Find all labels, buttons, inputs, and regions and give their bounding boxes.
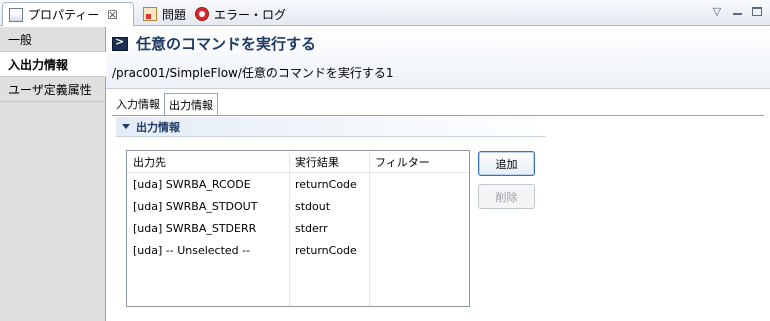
tab-error-log-label: エラー・ログ — [214, 7, 287, 22]
tab-divider — [112, 115, 764, 116]
cell-filter — [369, 173, 469, 195]
cell-exec-result: returnCode — [295, 177, 357, 191]
view-menu-icon[interactable]: ▽ — [710, 4, 724, 18]
table-header: 出力先 実行結果 フィルター — [127, 151, 469, 173]
sidebar-item-io-info[interactable]: 入出力情報 — [0, 52, 106, 77]
tab-problems[interactable]: 問題 — [137, 2, 192, 26]
tab-properties[interactable]: プロパティー ☒ — [2, 2, 134, 26]
table-row[interactable]: [uda] SWRBA_STDOUT stdout — [127, 195, 469, 217]
cell-destination: [uda] SWRBA_STDOUT — [133, 199, 258, 213]
window-controls: ▽ — [710, 4, 764, 18]
cell-exec-result: returnCode — [295, 243, 357, 257]
view-tab-bar: プロパティー ☒ 問題 エラー・ログ ▽ — [0, 0, 770, 26]
output-info-table[interactable]: 出力先 実行結果 フィルター [uda] SWRBA_RCODE returnC… — [126, 150, 470, 307]
column-header-exec-result[interactable]: 実行結果 — [289, 151, 369, 173]
column-header-destination[interactable]: 出力先 — [127, 151, 289, 173]
element-path: /prac001/SimpleFlow/任意のコマンドを実行する1 — [112, 66, 394, 80]
cell-destination: [uda] SWRBA_STDERR — [133, 221, 257, 235]
table-row[interactable]: [uda] SWRBA_RCODE returnCode — [127, 173, 469, 195]
category-sidebar: 一般 入出力情報 ユーザ定義属性 — [0, 27, 106, 321]
sidebar-item-user-attributes[interactable]: ユーザ定義属性 — [0, 77, 105, 102]
cell-exec-result: stderr — [295, 221, 328, 235]
properties-icon — [9, 7, 23, 22]
cell-destination: [uda] SWRBA_RCODE — [133, 177, 251, 191]
problems-icon — [143, 7, 157, 21]
maximize-icon[interactable] — [750, 4, 764, 18]
table-row[interactable]: [uda] SWRBA_STDERR stderr — [127, 217, 469, 239]
properties-header: 任意のコマンドを実行する /prac001/SimpleFlow/任意のコマンド… — [106, 27, 770, 89]
cell-exec-result: stdout — [295, 199, 331, 213]
tab-output-info[interactable]: 出力情報 — [164, 93, 218, 115]
sidebar-item-general[interactable]: 一般 — [0, 27, 105, 52]
properties-main-panel: 任意のコマンドを実行する /prac001/SimpleFlow/任意のコマンド… — [106, 27, 770, 321]
table-row[interactable]: [uda] -- Unselected -- returnCode — [127, 239, 469, 261]
tab-error-log[interactable]: エラー・ログ — [189, 2, 292, 26]
delete-button[interactable]: 削除 — [478, 184, 535, 209]
sidebar-item-label: ユーザ定義属性 — [8, 82, 92, 97]
add-button[interactable]: 追加 — [478, 151, 535, 176]
console-command-icon — [112, 35, 128, 51]
cell-filter — [369, 239, 469, 261]
io-subtabs: 入力情報 出力情報 — [112, 93, 218, 115]
tab-input-info[interactable]: 入力情報 — [112, 93, 164, 115]
page-title-text: 任意のコマンドを実行する — [136, 35, 317, 53]
expand-triangle-icon — [122, 124, 130, 129]
page-title: 任意のコマンドを実行する — [112, 33, 316, 54]
output-info-section-toggle[interactable]: 出力情報 — [116, 117, 546, 137]
minimize-icon[interactable] — [730, 4, 744, 18]
tab-problems-label: 問題 — [162, 7, 187, 22]
close-icon[interactable]: ☒ — [107, 8, 118, 22]
column-header-filter[interactable]: フィルター — [369, 151, 469, 173]
sidebar-item-label: 入出力情報 — [8, 57, 69, 72]
cell-filter — [369, 195, 469, 217]
section-title: 出力情報 — [136, 120, 180, 134]
sidebar-item-label: 一般 — [8, 32, 33, 47]
cell-destination: [uda] -- Unselected -- — [133, 243, 251, 257]
error-log-icon — [195, 7, 209, 21]
cell-filter — [369, 217, 469, 239]
tab-properties-label: プロパティー — [28, 8, 100, 22]
